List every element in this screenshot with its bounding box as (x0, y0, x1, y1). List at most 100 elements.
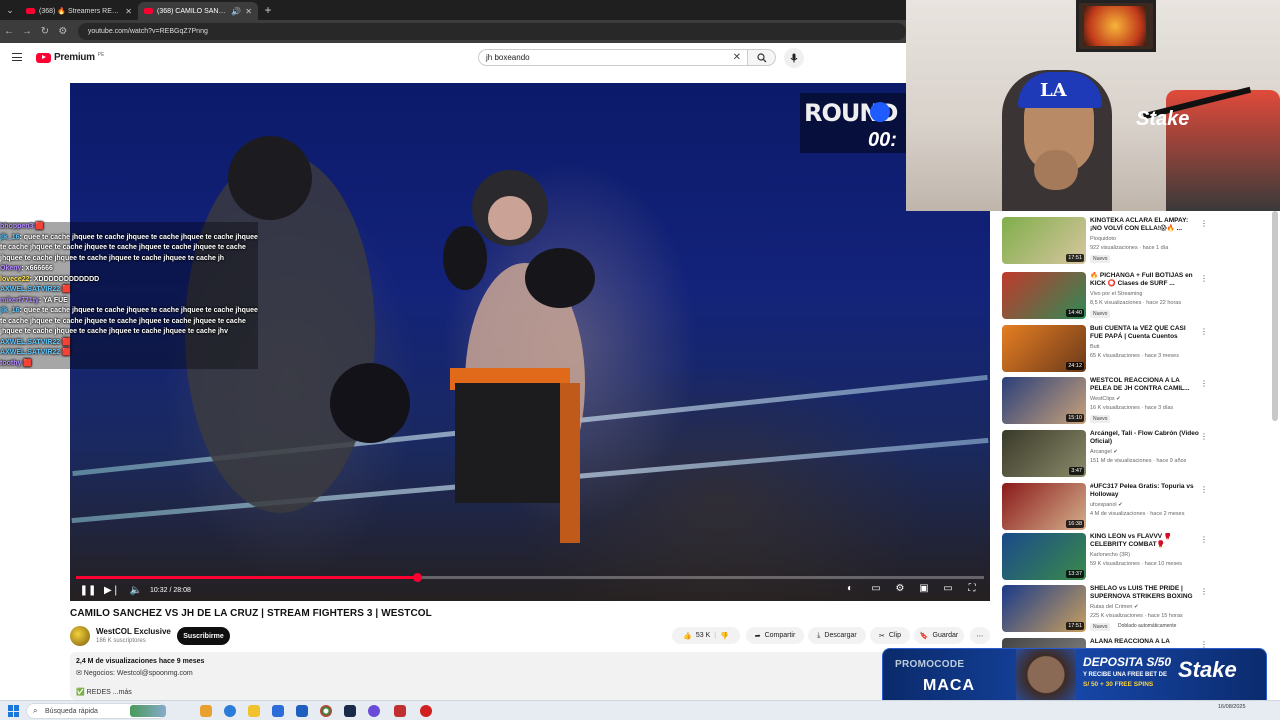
clear-search-icon[interactable]: ✕ (733, 52, 741, 63)
settings-icon[interactable]: ⚙ (890, 583, 910, 594)
ad-brand-logo: Stake (1178, 657, 1237, 682)
recommended-channel[interactable]: Arcangel ✔ (1090, 449, 1118, 455)
volume-icon[interactable]: 🔈 (124, 585, 148, 596)
recommended-video[interactable]: 17:51 KINGTEKA ACLARA EL AMPAY: ¡NO VOLVÍ… (1002, 217, 1272, 267)
recommended-channel[interactable]: ufcespanol ✔ (1090, 502, 1123, 508)
thumbs-down-icon[interactable]: 👎 (720, 632, 729, 640)
recommended-title[interactable]: #UFC317 Pelea Gratis: Topuria vs Hollowa… (1090, 483, 1200, 499)
theater-mode-icon[interactable]: ▭ (938, 583, 958, 594)
recommended-video[interactable]: 15:10 WESTCOL REACCIONA A LA PELEA DE JH … (1002, 377, 1272, 427)
close-tab-icon[interactable]: ✕ (125, 7, 132, 16)
tune-icon[interactable]: ⚙ (54, 26, 72, 37)
channel-avatar[interactable] (70, 626, 90, 646)
search-input[interactable]: jh boxeando ✕ (478, 49, 748, 66)
recommended-title[interactable]: KING LEON vs FLAVVV 🥊 CELEBRITY COMBAT🥊 (1090, 533, 1200, 549)
video-thumbnail[interactable]: 17:51 (1002, 217, 1086, 264)
recommended-title[interactable]: SHELAO vs LUIS THE PRIDE | SUPERNOVA STR… (1090, 585, 1200, 601)
widgets-icon[interactable] (200, 705, 212, 717)
fullscreen-icon[interactable]: ⛶ (962, 583, 982, 594)
subtitles-icon[interactable]: ▭ (866, 583, 886, 594)
subscribe-button[interactable]: Suscribirme (177, 627, 230, 645)
recommended-video[interactable]: 14:40 🔥 PICHANGA + Full BOTIJAS en KICK ⭕… (1002, 272, 1272, 322)
recommended-video[interactable]: 3:47 Arcángel, Tali - Flow Cabrón (Video … (1002, 430, 1272, 480)
microphone-icon (790, 53, 798, 63)
recommended-title[interactable]: Buti CUENTA la VEZ QUE CASI FUE PAPÁ | C… (1090, 325, 1200, 341)
video-thumbnail[interactable]: 24:12 (1002, 325, 1086, 372)
video-thumbnail[interactable]: 16:38 (1002, 483, 1086, 530)
chat-username: lovece22 (0, 275, 30, 283)
menu-icon[interactable] (12, 53, 22, 61)
recommended-video[interactable]: 16:38 #UFC317 Pelea Gratis: Topuria vs Ho… (1002, 483, 1272, 533)
more-options-icon[interactable]: ⋮ (1200, 219, 1208, 228)
chrome-icon[interactable] (320, 705, 332, 717)
tab-title: (368) CAMILO SANCHEZ VS (157, 7, 227, 15)
recommended-title[interactable]: Arcángel, Tali - Flow Cabrón (Video Ofic… (1090, 430, 1200, 446)
ad-offer: S/ 50 + 30 FREE SPINS (1083, 681, 1154, 688)
recommended-channel[interactable]: Buti (1090, 344, 1099, 350)
store-icon[interactable] (272, 705, 284, 717)
edge-icon[interactable] (224, 705, 236, 717)
more-options-icon[interactable]: ⋮ (1200, 587, 1208, 596)
video-thumbnail[interactable]: 15:10 (1002, 377, 1086, 424)
recommended-title[interactable]: WESTCOL REACCIONA A LA PELEA DE JH CONTR… (1090, 377, 1200, 393)
channel-name[interactable]: WestCOL Exclusive (96, 627, 171, 636)
recommended-channel[interactable]: WestClips ✔ (1090, 396, 1121, 402)
windows-start-icon[interactable] (8, 705, 20, 717)
browser-tab[interactable]: (368) 🔥 Streamers REACCIONA ✕ (20, 2, 138, 20)
new-tab-button[interactable]: + (258, 0, 278, 20)
reload-icon[interactable]: ↻ (36, 26, 54, 37)
record-icon[interactable] (420, 705, 432, 717)
recommended-title[interactable]: KINGTEKA ACLARA EL AMPAY: ¡NO VOLVÍ CON … (1090, 217, 1200, 233)
video-thumbnail[interactable]: 13:37 (1002, 533, 1086, 580)
video-thumbnail[interactable]: 17:51 (1002, 585, 1086, 632)
recommended-title[interactable]: 🔥 PICHANGA + Full BOTIJAS en KICK ⭕ Clas… (1090, 272, 1200, 288)
miniplayer-icon[interactable]: ▣ (914, 583, 934, 594)
url-field[interactable]: youtube.com/watch?v=REBGqZ7Pnng (77, 23, 906, 40)
file-explorer-icon[interactable] (248, 705, 260, 717)
next-icon[interactable]: ▶❘ (100, 585, 124, 596)
more-options-icon[interactable]: ⋮ (1200, 535, 1208, 544)
more-options-icon[interactable]: ⋮ (1200, 432, 1208, 441)
forward-icon[interactable]: → (18, 26, 36, 37)
pause-icon[interactable]: ❚❚ (76, 585, 100, 596)
chat-message: mikerf771ty: YA FUE (0, 295, 258, 306)
chat-text: : quee te cache jhquee te cache jhquee t… (0, 233, 258, 262)
more-options-icon[interactable]: ⋮ (1200, 379, 1208, 388)
autoplay-toggle[interactable]: ◐ (840, 583, 860, 594)
download-button[interactable]: ⤓ Descargar (808, 627, 866, 644)
steam-icon[interactable] (344, 705, 356, 717)
discord-icon[interactable] (368, 705, 380, 717)
like-button[interactable]: 👍 53 K (683, 632, 710, 640)
browser-tab-active[interactable]: (368) CAMILO SANCHEZ VS 🔊 ✕ (138, 2, 258, 20)
close-tab-icon[interactable]: ✕ (245, 7, 252, 16)
more-options-icon[interactable]: ⋮ (1200, 274, 1208, 283)
save-button[interactable]: 🔖 Guardar (914, 627, 964, 644)
recommended-title[interactable]: ALANA REACCIONA A LA (1090, 638, 1200, 646)
more-actions-button[interactable]: ⋯ (970, 627, 990, 644)
outlook-icon[interactable] (296, 705, 308, 717)
recommended-channel[interactable]: Rutas del Crimen ✔ (1090, 604, 1139, 610)
description-more[interactable]: ✅ REDES ...más (76, 688, 132, 696)
audio-icon[interactable]: 🔊 (231, 7, 241, 16)
recommended-channel[interactable]: Karlonecho (3R) (1090, 552, 1130, 558)
recommended-channel[interactable]: Vivo por el Streaming (1090, 291, 1142, 297)
search-button[interactable] (748, 49, 776, 66)
app-icon[interactable] (394, 705, 406, 717)
windows-taskbar: ⌕ Búsqueda rápida 16/08/2025 (0, 700, 1280, 720)
recommended-video[interactable]: 13:37 KING LEON vs FLAVVV 🥊 CELEBRITY COM… (1002, 533, 1272, 583)
recommended-channel[interactable]: Pioquidoto (1090, 236, 1116, 242)
more-options-icon[interactable]: ⋮ (1200, 327, 1208, 336)
youtube-logo[interactable]: Premium PE (36, 52, 104, 63)
video-thumbnail[interactable]: 3:47 (1002, 430, 1086, 477)
progress-bar[interactable] (76, 573, 984, 582)
voice-search-button[interactable] (784, 48, 804, 68)
share-button[interactable]: ➦ Compartir (746, 627, 804, 644)
recommended-video[interactable]: 17:51 SHELAO vs LUIS THE PRIDE | SUPERNOV… (1002, 585, 1272, 635)
back-icon[interactable]: ← (0, 26, 18, 37)
video-thumbnail[interactable]: 14:40 (1002, 272, 1086, 319)
tab-search-icon[interactable]: ⌄ (0, 0, 20, 20)
sidebar-scrollbar[interactable] (1272, 211, 1278, 421)
recommended-video[interactable]: 24:12 Buti CUENTA la VEZ QUE CASI FUE PAP… (1002, 325, 1272, 375)
more-options-icon[interactable]: ⋮ (1200, 485, 1208, 494)
clip-button[interactable]: ✂ Clip (870, 627, 910, 644)
